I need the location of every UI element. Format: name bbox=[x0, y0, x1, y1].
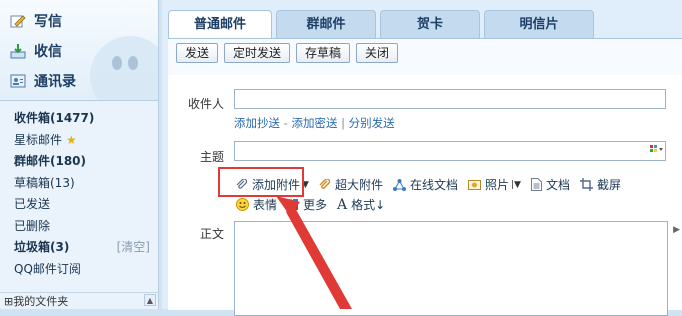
add-bcc-link[interactable]: 添加密送 bbox=[291, 116, 337, 130]
compose-area: 普通邮件 群邮件 贺卡 明信片 发送 定时发送 存草稿 关闭 收件人 添加抄送 … bbox=[162, 0, 682, 316]
contacts-button[interactable]: 通讯录 bbox=[10, 70, 76, 92]
compose-button[interactable]: 写信 bbox=[10, 10, 62, 32]
online-doc-button[interactable]: 在线文档 bbox=[392, 176, 458, 193]
folder-label: 星标邮件 bbox=[14, 132, 63, 147]
my-folders-label: 我的文件夹 bbox=[13, 295, 69, 308]
tab-postcard[interactable]: 明信片 bbox=[484, 10, 594, 38]
recipient-input[interactable] bbox=[234, 89, 666, 109]
subject-format-icon[interactable] bbox=[650, 144, 664, 159]
more-button[interactable]: 更多 bbox=[287, 196, 327, 213]
pencil-icon bbox=[10, 13, 26, 29]
format-toolbar: 表情 更多 A 格式↓ bbox=[236, 196, 395, 213]
folder-deleted[interactable]: 已删除 bbox=[0, 216, 158, 238]
inbox-label: 收信 bbox=[34, 44, 62, 60]
expand-right-icon[interactable]: ▶ bbox=[673, 225, 680, 235]
folder-label: 垃圾箱(3) bbox=[14, 240, 70, 254]
body-editor[interactable] bbox=[234, 221, 668, 316]
more-grid-icon bbox=[287, 198, 299, 211]
separator: | bbox=[341, 116, 349, 130]
scissors-crop-icon bbox=[579, 178, 593, 191]
scroll-up-button[interactable]: ▲ bbox=[144, 294, 156, 306]
online-doc-label: 在线文档 bbox=[409, 178, 458, 192]
inbox-download-icon bbox=[10, 43, 26, 59]
document-icon bbox=[530, 178, 542, 191]
contacts-label: 通讯录 bbox=[34, 74, 76, 90]
schedule-send-button[interactable]: 定时发送 bbox=[224, 43, 291, 63]
compose-toolbar: 发送 定时发送 存草稿 关闭 bbox=[176, 43, 399, 63]
sidebar: 写信 收信 通讯录 收件箱(1477) 星标邮件 ★ 群邮件(180) 草稿箱(1… bbox=[0, 0, 159, 309]
folder-label: QQ邮件订阅 bbox=[14, 261, 81, 276]
folder-label: 已删除 bbox=[14, 218, 51, 233]
font-a-icon: A bbox=[337, 196, 348, 213]
folder-label: 群邮件(180) bbox=[14, 154, 87, 168]
document-label: 文档 bbox=[545, 178, 570, 192]
format-label: 格式↓ bbox=[351, 198, 386, 212]
body-label: 正文 bbox=[199, 227, 224, 241]
folder-sent[interactable]: 已发送 bbox=[0, 194, 158, 216]
folder-list: 收件箱(1477) 星标邮件 ★ 群邮件(180) 草稿箱(13) 已发送 已删除… bbox=[0, 108, 158, 280]
folder-label: 草稿箱(13) bbox=[14, 175, 75, 190]
send-button[interactable]: 发送 bbox=[176, 43, 219, 63]
my-folders-toggle[interactable]: ⊞我的文件夹 bbox=[0, 292, 158, 309]
folder-spam[interactable]: 垃圾箱(3) [清空] bbox=[0, 237, 158, 259]
star-icon: ★ bbox=[66, 132, 77, 147]
tab-greeting-card[interactable]: 贺卡 bbox=[380, 10, 480, 38]
format-button[interactable]: A 格式↓ bbox=[337, 196, 385, 213]
inbox-button[interactable]: 收信 bbox=[10, 40, 62, 62]
screenshot-label: 截屏 bbox=[596, 178, 621, 192]
penguin-logo bbox=[90, 36, 158, 100]
folder-inbox[interactable]: 收件箱(1477) bbox=[0, 108, 158, 130]
address-book-icon bbox=[10, 73, 26, 89]
photo-button[interactable]: 照片 |▼ bbox=[467, 176, 521, 193]
clear-spam-link[interactable]: [清空] bbox=[117, 237, 150, 259]
separate-send-link[interactable]: 分别发送 bbox=[349, 116, 395, 130]
photo-label: 照片 bbox=[484, 178, 509, 192]
recipient-label: 收件人 bbox=[187, 97, 224, 111]
large-paperclip-icon bbox=[319, 178, 331, 191]
smiley-icon bbox=[236, 198, 249, 211]
tab-normal-mail[interactable]: 普通邮件 bbox=[168, 10, 272, 39]
tab-group-mail[interactable]: 群邮件 bbox=[276, 10, 376, 38]
emoji-label: 表情 bbox=[253, 198, 278, 212]
screenshot-button[interactable]: 截屏 bbox=[579, 176, 621, 193]
big-attachment-label: 超大附件 bbox=[334, 178, 383, 192]
highlight-box bbox=[218, 167, 304, 197]
share-nodes-icon bbox=[392, 178, 406, 191]
add-cc-link[interactable]: 添加抄送 bbox=[234, 116, 280, 130]
folder-qq-subscription[interactable]: QQ邮件订阅 bbox=[0, 259, 158, 281]
big-attachment-button[interactable]: 超大附件 bbox=[319, 176, 383, 193]
recipient-options: 添加抄送 - 添加密送 | 分别发送 bbox=[234, 115, 395, 131]
save-draft-button[interactable]: 存草稿 bbox=[296, 43, 351, 63]
folder-group-mail[interactable]: 群邮件(180) bbox=[0, 151, 158, 173]
folder-starred[interactable]: 星标邮件 ★ bbox=[0, 130, 158, 152]
dropdown-arrow-icon[interactable]: |▼ bbox=[511, 180, 521, 190]
photo-icon bbox=[467, 179, 481, 191]
expand-icon: ⊞ bbox=[4, 295, 14, 308]
more-label: 更多 bbox=[303, 198, 328, 212]
close-button[interactable]: 关闭 bbox=[356, 43, 399, 63]
folder-label: 已发送 bbox=[14, 197, 51, 211]
folder-label: 收件箱(1477) bbox=[14, 111, 95, 125]
sidebar-actions: 写信 收信 通讯录 bbox=[0, 0, 158, 101]
compose-label: 写信 bbox=[34, 14, 62, 30]
folder-drafts[interactable]: 草稿箱(13) bbox=[0, 173, 158, 195]
document-button[interactable]: 文档 bbox=[530, 176, 570, 193]
subject-input[interactable] bbox=[234, 141, 666, 161]
subject-label: 主题 bbox=[199, 150, 224, 164]
emoji-button[interactable]: 表情 bbox=[236, 196, 277, 213]
